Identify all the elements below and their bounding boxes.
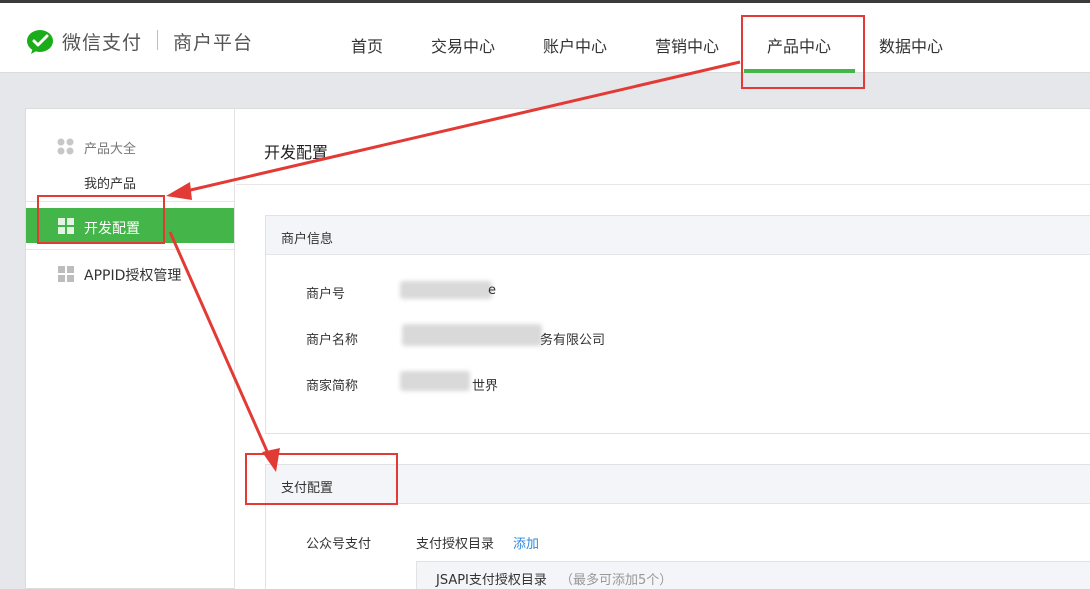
highlight-box-dev-config [37, 195, 165, 244]
sidebar-divider [26, 249, 234, 250]
nav-data[interactable]: 数据中心 [879, 33, 943, 57]
merchant-info-panel: 商户信息 [265, 215, 1090, 434]
merchant-id-value: e [488, 283, 496, 298]
highlight-box-payment-config [245, 453, 398, 505]
merchant-name-redacted [402, 324, 542, 346]
nav-transactions[interactable]: 交易中心 [431, 33, 495, 57]
header: 微信支付 商户平台 首页 交易中心 账户中心 营销中心 产品中心 数据中心 [0, 3, 1090, 73]
merchant-info-header: 商户信息 [266, 216, 1090, 255]
brand-divider [157, 30, 158, 50]
auth-dir-label: 支付授权目录 [416, 537, 495, 552]
page-title: 开发配置 [264, 143, 329, 162]
jsapi-dir-title: JSAPI支付授权目录 [436, 573, 547, 588]
merchant-name-label: 商户名称 [306, 333, 359, 348]
nav-home[interactable]: 首页 [351, 33, 383, 57]
merchant-info-title: 商户信息 [281, 232, 334, 247]
highlight-box-products-nav [741, 15, 865, 89]
merchant-id-label: 商户号 [306, 287, 346, 302]
add-auth-dir-link[interactable]: 添加 [513, 533, 539, 552]
jsapi-dir-hint: （最多可添加5个） [560, 573, 673, 588]
brand-name: 微信支付 [62, 32, 143, 54]
sidebar-item-my-products[interactable]: 我的产品 [84, 173, 136, 192]
merchant-short-name-label: 商家简称 [306, 379, 359, 394]
merchant-short-name-value: 世界 [472, 379, 499, 394]
nav-account[interactable]: 账户中心 [543, 33, 607, 57]
merchant-id-redacted [400, 281, 492, 299]
nav-marketing[interactable]: 营销中心 [655, 33, 719, 57]
sidebar-item-appid-mgmt[interactable]: APPID授权管理 [84, 265, 181, 285]
grid-icon [58, 266, 74, 282]
merchant-short-name-redacted [400, 371, 470, 391]
sidebar-section-title: 产品大全 [84, 142, 137, 157]
platform-name: 商户平台 [173, 32, 254, 54]
wechat-pay-logo-icon [27, 30, 53, 54]
merchant-name-value: 务有限公司 [540, 333, 606, 348]
jsapi-payment-label: 公众号支付 [306, 537, 372, 552]
product-catalog-icon [57, 138, 74, 155]
title-divider [236, 184, 1090, 185]
